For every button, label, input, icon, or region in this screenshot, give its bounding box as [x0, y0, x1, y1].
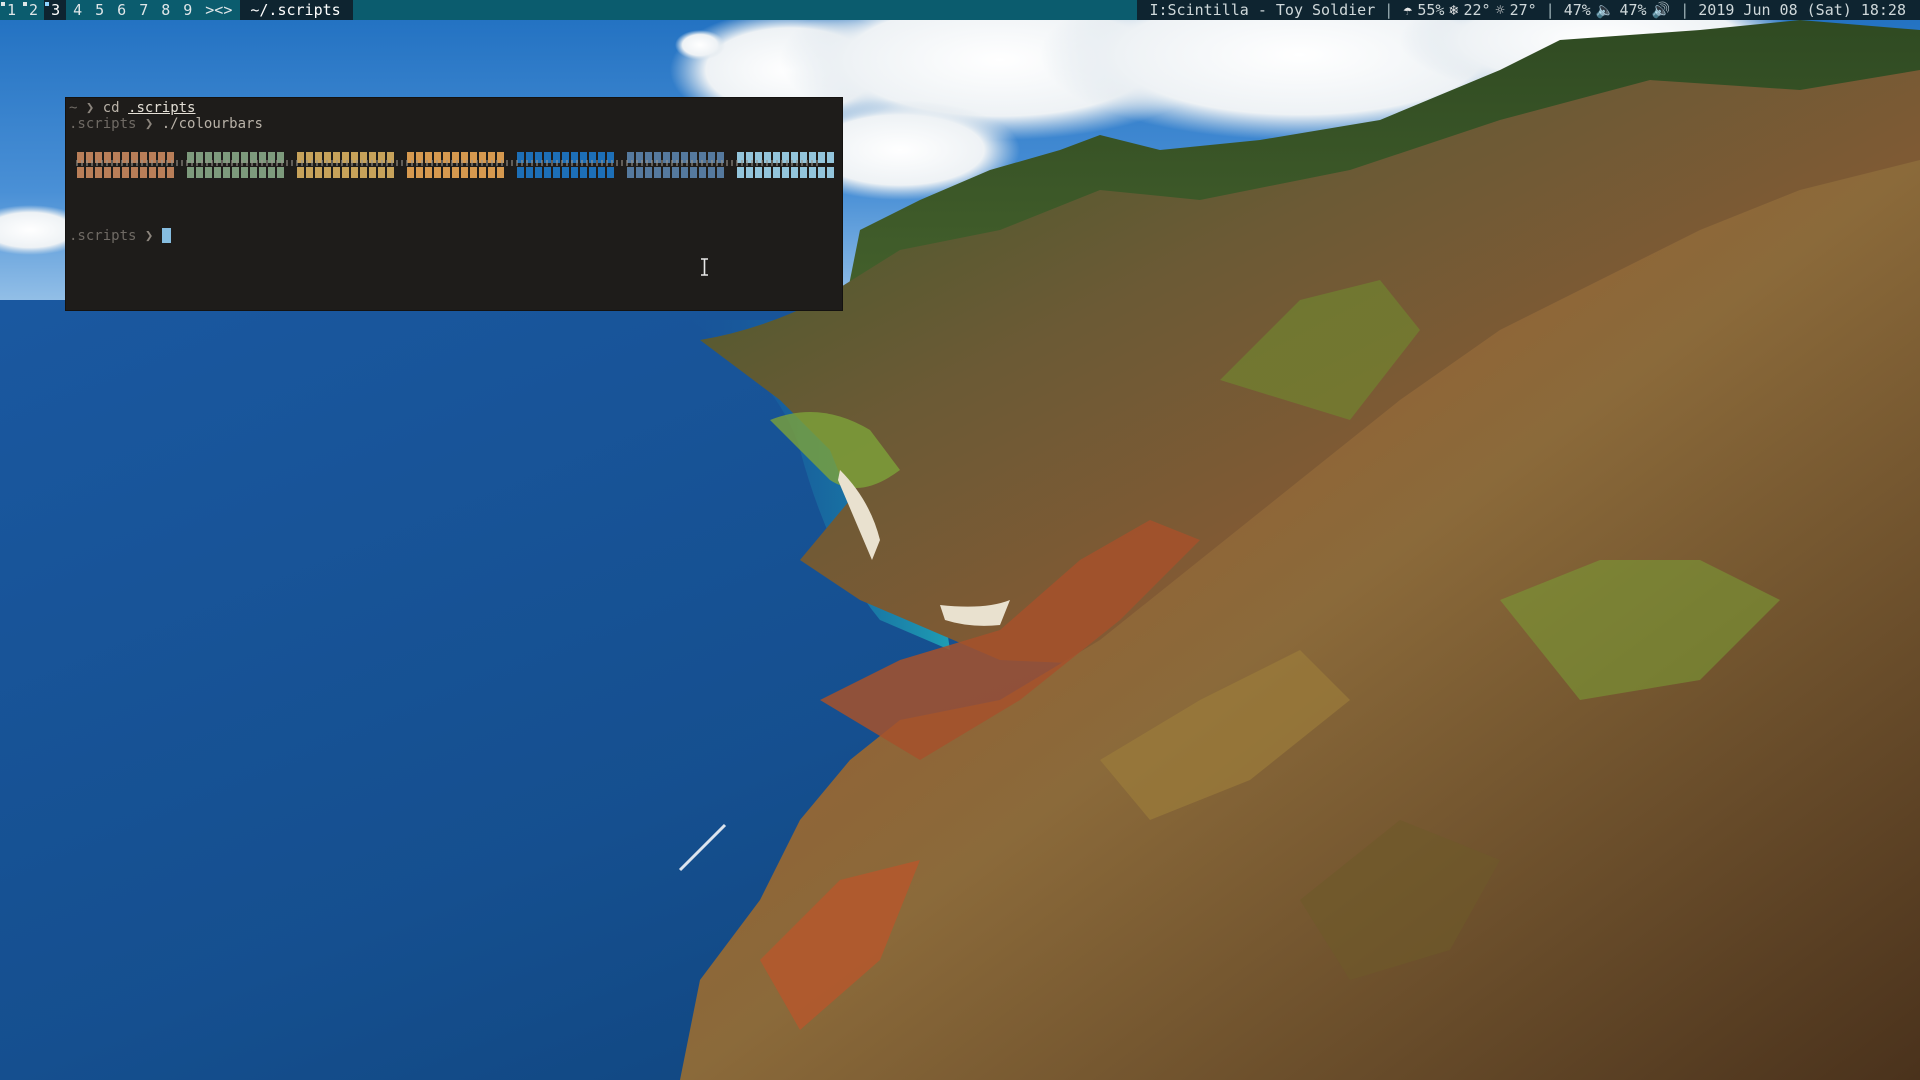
sun-icon: ☼	[1495, 1, 1505, 19]
status-separator: |	[1545, 1, 1555, 19]
prompt-dir: ~	[69, 100, 78, 116]
workspace-2[interactable]: 2	[22, 0, 44, 20]
command-text: cd	[102, 100, 120, 116]
volume-high-icon[interactable]: 🔊	[1649, 0, 1674, 20]
status-separator: |	[1384, 1, 1394, 19]
prompt-dir: .scripts	[69, 228, 137, 244]
mouse-ibeam-icon	[701, 258, 708, 276]
workspace-7[interactable]: 7	[132, 0, 154, 20]
command-text: ./colourbars	[161, 116, 263, 132]
brightness-value[interactable]: 47%	[1562, 0, 1593, 20]
now-playing[interactable]: I:Scintilla - Toy Soldier	[1147, 0, 1377, 20]
colour-bar-orange-brown	[77, 167, 176, 178]
temp-low-value: 22°	[1463, 1, 1491, 19]
bar-spacer	[353, 0, 1138, 20]
colour-bar-amber	[407, 167, 506, 178]
terminal-line-3: .scripts ❯	[69, 228, 171, 244]
colour-bar-sage-green	[187, 167, 286, 178]
workspace-9[interactable]: 9	[176, 0, 198, 20]
humidity-value: 55%	[1417, 1, 1445, 19]
status-separator: |	[1680, 1, 1690, 19]
datetime: 2019 Jun 08 (Sat) 18:28	[1698, 1, 1906, 19]
volume-low-icon[interactable]: 🔈	[1593, 0, 1618, 20]
prompt-arrow: ❯	[144, 228, 154, 244]
umbrella-icon: ☂	[1403, 1, 1413, 19]
colour-bar-mustard	[297, 167, 396, 178]
layout-indicator[interactable]: ><>	[198, 0, 240, 20]
status-area: I:Scintilla - Toy Soldier | ☂ 55% ❄ 22° …	[1137, 0, 1920, 20]
workspace-5[interactable]: 5	[88, 0, 110, 20]
workspace-4[interactable]: 4	[66, 0, 88, 20]
workspace-3[interactable]: 3	[44, 0, 67, 20]
window-title: ~/.scripts	[240, 0, 353, 20]
workspace-1[interactable]: 1	[0, 0, 22, 20]
colour-bars-separator	[76, 160, 821, 166]
terminal-window[interactable]: ~ ❯ cd .scripts .scripts ❯ ./colourbars …	[66, 98, 842, 310]
temp-high-value: 27°	[1509, 1, 1537, 19]
terminal-line-1: ~ ❯ cd .scripts	[69, 100, 195, 116]
colour-bar-slate-blue	[627, 167, 726, 178]
top-status-bar: 1 2 3 4 5 6 7 8 9 ><> ~/.scripts I:Scint…	[0, 0, 1920, 20]
volume-value[interactable]: 47%	[1617, 0, 1648, 20]
snowflake-icon: ❄	[1449, 1, 1459, 19]
workspace-6[interactable]: 6	[110, 0, 132, 20]
terminal-line-2: .scripts ❯ ./colourbars	[69, 116, 263, 132]
prompt-dir: .scripts	[69, 116, 137, 132]
command-arg: .scripts	[128, 100, 196, 116]
colour-bar-blue	[517, 167, 616, 178]
workspace-8[interactable]: 8	[154, 0, 176, 20]
colour-bar-light-blue	[737, 167, 836, 178]
text-cursor	[161, 228, 171, 243]
prompt-arrow: ❯	[144, 116, 154, 132]
prompt-arrow: ❯	[85, 100, 95, 116]
